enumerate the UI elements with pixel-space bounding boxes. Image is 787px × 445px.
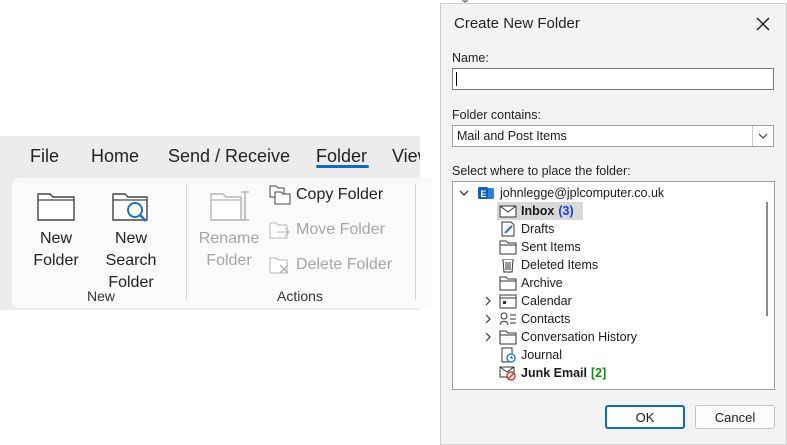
new-folder-button[interactable]: New Folder xyxy=(30,188,82,272)
tree-item-drafts[interactable]: Drafts xyxy=(453,220,758,238)
folder-contains-value: Mail and Post Items xyxy=(457,129,567,143)
tab-folder[interactable]: Folder xyxy=(316,146,367,167)
contacts-icon xyxy=(499,312,516,326)
inbox-icon xyxy=(499,205,517,218)
group-divider xyxy=(415,184,416,300)
move-folder-icon xyxy=(269,222,290,239)
folder-icon xyxy=(37,193,75,221)
tree-item-label: Inbox (3) xyxy=(521,204,574,218)
tree-item-contacts[interactable]: Contacts xyxy=(453,310,758,328)
tree-item-label: Calendar xyxy=(521,294,572,308)
tree-item-label: Sent Items xyxy=(521,240,581,254)
tree-item-label: Deleted Items xyxy=(521,258,599,272)
dialog-title: Create New Folder xyxy=(454,15,580,32)
move-folder-label: Move Folder xyxy=(296,221,385,238)
text-caret xyxy=(456,72,457,86)
journal-icon xyxy=(501,347,516,363)
folder-contains-select[interactable]: Mail and Post Items xyxy=(452,125,774,147)
tree-item-inbox[interactable]: Inbox (3) xyxy=(453,202,758,220)
junk-label: Junk Email xyxy=(521,366,587,380)
calendar-icon xyxy=(499,294,517,309)
tree-item-archive[interactable]: Archive xyxy=(453,274,758,292)
exchange-icon: E xyxy=(478,187,494,199)
unread-count: (3) xyxy=(558,204,574,218)
tree-item-sent-items[interactable]: Sent Items xyxy=(453,238,758,256)
tree-item-junk-email[interactable]: Junk Email [2] xyxy=(453,364,758,382)
chevron-right-icon[interactable] xyxy=(483,296,493,306)
drafts-icon xyxy=(501,221,515,237)
close-icon xyxy=(756,17,770,31)
junk-icon xyxy=(499,366,516,381)
name-input[interactable] xyxy=(452,68,774,90)
svg-text:E: E xyxy=(481,189,487,199)
search-folder-icon xyxy=(112,193,148,222)
tree-scrollbar[interactable] xyxy=(760,182,774,389)
group-actions-label: Actions xyxy=(277,288,323,304)
new-search-folder-button[interactable]: New Search Folder xyxy=(88,188,174,294)
cancel-button[interactable]: Cancel xyxy=(695,405,775,429)
tree-item-label: Contacts xyxy=(521,312,571,326)
tree-item-label: Junk Email [2] xyxy=(521,366,606,380)
delete-folder-label: Delete Folder xyxy=(296,256,393,273)
tree-item-deleted-items[interactable]: Deleted Items xyxy=(453,256,758,274)
rename-folder-icon xyxy=(210,191,249,221)
account-name: johnlegge@jplcomputer.co.uk xyxy=(500,186,665,200)
rename-folder-label-line1: Rename xyxy=(198,230,260,247)
ribbon-tabs: File Home Send / Receive Folder View xyxy=(0,136,420,176)
active-tab-indicator xyxy=(316,165,369,168)
tab-file[interactable]: File xyxy=(30,146,59,167)
chevron-down-icon[interactable] xyxy=(459,188,469,198)
new-folder-label-line1: New xyxy=(39,230,72,247)
ok-button[interactable]: OK xyxy=(605,405,685,429)
tab-view[interactable]: View xyxy=(392,146,420,167)
tab-send-receive[interactable]: Send / Receive xyxy=(168,146,290,167)
inbox-label: Inbox xyxy=(521,204,555,218)
close-button[interactable] xyxy=(751,12,775,36)
folder-icon xyxy=(499,330,517,345)
copy-folder-icon xyxy=(269,185,291,205)
place-folder-label: Select where to place the folder: xyxy=(452,164,631,178)
tree-item-journal[interactable]: Journal xyxy=(453,346,758,364)
tab-home[interactable]: Home xyxy=(91,146,139,167)
folder-tree[interactable]: E johnlegge@jplcomputer.co.uk Inbox (3) D… xyxy=(452,181,775,390)
new-search-folder-label-line1: New Search xyxy=(105,230,157,269)
delete-folder-icon xyxy=(269,257,289,274)
tree-item-label: Drafts xyxy=(521,222,555,236)
delete-folder-button[interactable]: Delete Folder xyxy=(269,255,392,275)
chevron-down-icon xyxy=(758,133,768,139)
chevron-right-icon[interactable] xyxy=(483,314,493,324)
copy-folder-label: Copy Folder xyxy=(296,186,384,203)
copy-folder-button[interactable]: Copy Folder xyxy=(269,185,383,205)
group-new-label: New xyxy=(87,288,116,304)
new-folder-label-line2: Folder xyxy=(33,252,79,269)
junk-count: [2] xyxy=(591,366,607,380)
tree-item-label: Conversation History xyxy=(521,330,638,344)
tree-item-calendar[interactable]: Calendar xyxy=(453,292,758,310)
tree-item-label: Journal xyxy=(521,348,562,362)
dropdown-button[interactable] xyxy=(752,126,773,146)
trash-icon xyxy=(502,259,514,273)
folder-icon xyxy=(499,240,517,255)
name-label: Name: xyxy=(452,51,489,65)
tree-item-label: Archive xyxy=(521,276,563,290)
tree-item-conversation-history[interactable]: Conversation History xyxy=(453,328,758,346)
chevron-right-icon[interactable] xyxy=(483,332,493,342)
tree-account-row[interactable]: E johnlegge@jplcomputer.co.uk xyxy=(453,184,758,202)
move-folder-button[interactable]: Move Folder xyxy=(269,220,385,240)
rename-folder-label-line2: Folder xyxy=(206,252,252,269)
folder-contains-label: Folder contains: xyxy=(452,108,541,122)
create-new-folder-dialog: Create New Folder Name: Folder contains:… xyxy=(440,3,787,445)
group-divider xyxy=(186,184,187,300)
rename-folder-button[interactable]: Rename Folder xyxy=(198,188,260,272)
folder-icon xyxy=(499,276,517,291)
scrollbar-thumb[interactable] xyxy=(766,202,768,316)
